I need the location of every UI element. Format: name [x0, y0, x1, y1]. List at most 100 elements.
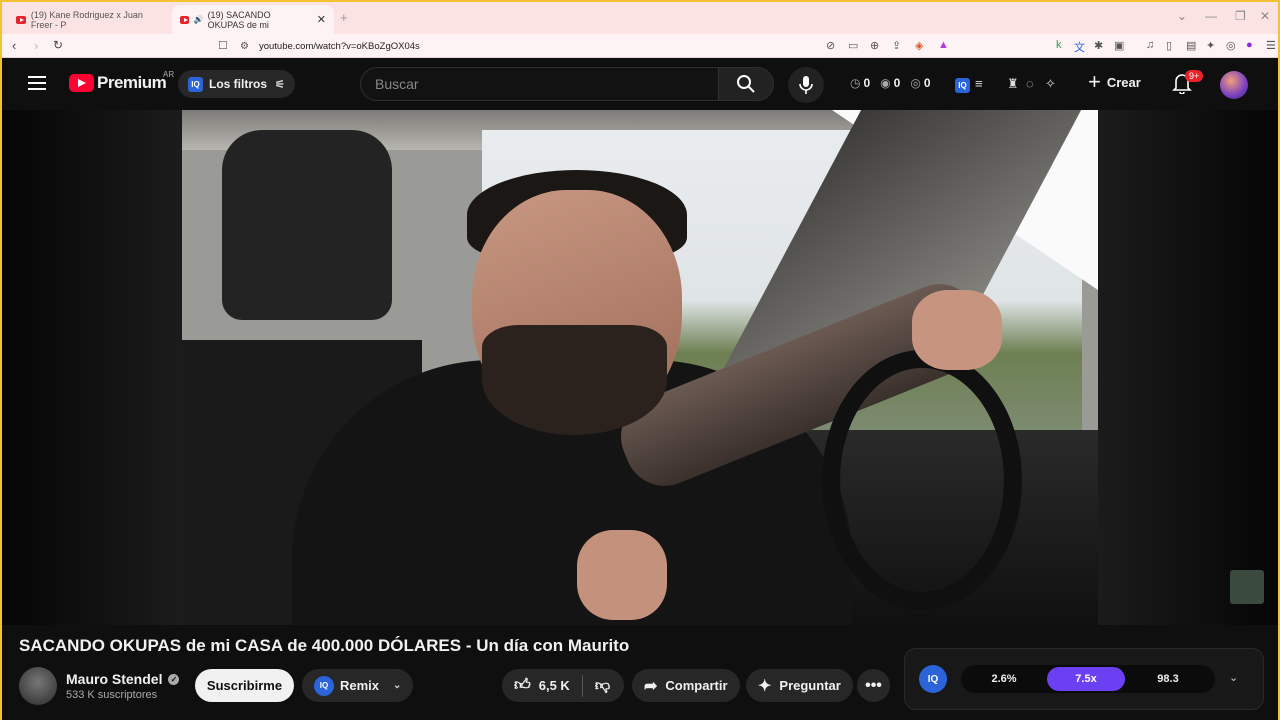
seen-stat: ◎ 0	[910, 76, 931, 90]
music-icon[interactable]: ♫	[1146, 39, 1154, 51]
more-dots-icon: •••	[865, 676, 882, 694]
iq-icon: IQ	[188, 76, 203, 92]
menu-icon[interactable]: ☰	[1266, 39, 1276, 52]
translate-icon[interactable]: 文	[1074, 39, 1085, 55]
views-stat: ◉ 0	[880, 76, 901, 90]
ask-label: Preguntar	[779, 678, 841, 693]
youtube-favicon-icon	[180, 15, 189, 24]
share-button[interactable]: ➦ Compartir	[632, 669, 740, 702]
rewards-icon[interactable]: ▲	[938, 39, 949, 51]
tab-title: (19) Kane Rodriguez x Juan Freer - P	[30, 9, 143, 30]
plus-icon: +	[1088, 69, 1101, 94]
screenshot-icon[interactable]: ▣	[1114, 39, 1124, 52]
account-avatar[interactable]	[1220, 71, 1248, 99]
remix-label: Remix	[340, 678, 380, 693]
vpn-icon[interactable]: ◎	[1226, 39, 1236, 52]
video-title: SACANDO OKUPAS de mi CASA de 400.000 DÓL…	[19, 636, 630, 655]
url-text: youtube.com/watch?v=oKBoZgOX04s	[258, 40, 420, 52]
metric-score[interactable]: 98.3	[1129, 667, 1207, 691]
iq-icon[interactable]: IQ	[919, 665, 947, 693]
verified-check-icon: ✓	[168, 673, 180, 685]
metrics-bar: 2.6% 7.5x 98.3	[961, 665, 1215, 693]
chevron-down-icon[interactable]: ⌄	[1229, 671, 1238, 684]
more-actions-button[interactable]: •••	[857, 669, 890, 702]
like-count[interactable]: 6,5 K	[539, 678, 570, 693]
eye-outline-icon: ◎	[910, 76, 921, 90]
iq-stats: ◷ 0 ◉ 0 ◎ 0	[850, 76, 941, 90]
sparkle-icon: ✦	[758, 677, 772, 695]
channel-avatar[interactable]	[19, 667, 57, 705]
tab-title: (19) SACANDO OKUPAS de mi	[207, 9, 271, 30]
search-input[interactable]: Buscar	[360, 67, 719, 101]
iq-metrics-panel: IQ 2.6% 7.5x 98.3 ⌄	[904, 648, 1264, 710]
voice-search-button[interactable]	[788, 67, 824, 103]
list-icon[interactable]: ≡	[975, 76, 983, 91]
country-code: AR	[163, 70, 175, 79]
remix-button[interactable]: IQ Remix ⌄	[302, 669, 414, 702]
sidebar-icon[interactable]: ▯	[1166, 39, 1172, 52]
iq-icon: IQ	[314, 675, 334, 696]
speaker-icon: 🔊	[193, 15, 204, 24]
filters-button[interactable]: IQ Los filtros ⚟	[178, 70, 295, 98]
browser-tab-2-active[interactable]: 🔊 (19) SACANDO OKUPAS de mi ✕	[172, 5, 334, 34]
create-button[interactable]: + Crear	[1088, 71, 1141, 93]
channel-watermark-avatar[interactable]	[1230, 570, 1264, 604]
close-window-icon[interactable]: ✕	[1260, 9, 1270, 23]
share-label: Compartir	[665, 678, 728, 693]
extensions-icon[interactable]: ✱	[1094, 39, 1103, 52]
metric-percent[interactable]: 2.6%	[965, 667, 1043, 691]
new-tab-button[interactable]: +	[340, 10, 348, 25]
youtube-play-icon	[69, 74, 94, 92]
thumbs-down-icon[interactable]: 👎︎	[595, 677, 610, 695]
search-icon	[737, 75, 755, 93]
watch-time-stat: ◷ 0	[850, 76, 871, 90]
create-label: Crear	[1106, 74, 1141, 90]
close-tab-icon[interactable]: ✕	[317, 13, 326, 26]
profile-icon[interactable]: ●	[1246, 39, 1253, 51]
back-icon[interactable]: ‹	[12, 38, 16, 53]
metric-multiplier[interactable]: 7.5x	[1047, 667, 1125, 691]
minimize-icon[interactable]: —	[1205, 9, 1217, 23]
youtube-premium-logo[interactable]: Premium	[69, 73, 167, 93]
site-info-icon[interactable]: ⚙	[240, 41, 249, 52]
search-button[interactable]	[718, 67, 774, 101]
youtube-favicon-icon	[16, 15, 26, 24]
notification-badge: 9+	[1185, 70, 1204, 82]
media-off-icon[interactable]: ⊘	[826, 39, 835, 52]
channel-name-link[interactable]: Mauro Stendel ✓	[66, 671, 180, 687]
browser-toolbar: ‹ › ↻ ☐ ⚙ youtube.com/watch?v=oKBoZgOX04…	[0, 34, 1280, 58]
wallet-icon[interactable]: ▤	[1186, 39, 1196, 52]
ask-button[interactable]: ✦ Preguntar	[746, 669, 853, 702]
sparkle-icon[interactable]: ✧	[1045, 76, 1056, 92]
sliders-icon: ⚟	[275, 78, 285, 91]
like-dislike-group: 👍︎ 6,5 K 👎︎	[502, 669, 624, 702]
zoom-icon[interactable]: ⊕	[870, 39, 879, 52]
restore-icon[interactable]: ❐	[1235, 9, 1246, 23]
browser-tab-1[interactable]: (19) Kane Rodriguez x Juan Freer - P	[8, 5, 173, 34]
subscribe-button[interactable]: Suscribirme	[195, 669, 294, 702]
channel-name: Mauro Stendel	[66, 671, 163, 687]
video-player[interactable]	[0, 110, 1280, 625]
guide-menu-icon[interactable]	[28, 76, 46, 90]
share-icon[interactable]: ⇪	[892, 39, 901, 52]
share-arrow-icon: ➦	[644, 677, 658, 695]
cast-icon[interactable]: ▭	[848, 39, 858, 52]
logo-text: Premium	[97, 73, 167, 92]
reload-icon[interactable]: ↻	[53, 38, 63, 52]
chevron-down-icon[interactable]: ⌄	[393, 680, 401, 691]
forward-icon[interactable]: ›	[34, 38, 38, 53]
thumbs-up-icon[interactable]: 👍︎	[514, 676, 531, 695]
iq-extension-icon[interactable]: IQ	[955, 76, 970, 93]
video-frame[interactable]	[182, 110, 1098, 625]
divider	[581, 674, 583, 697]
eye-icon: ◉	[880, 76, 891, 90]
tab-list-chevron-icon[interactable]: ⌄	[1177, 9, 1187, 23]
filters-label: Los filtros	[209, 77, 268, 91]
brave-shield-icon[interactable]: ◈	[915, 39, 923, 52]
leo-icon[interactable]: ✦	[1206, 39, 1215, 52]
bookmark-icon[interactable]: ☐	[218, 39, 228, 52]
trophy-icon[interactable]: ♜	[1007, 76, 1019, 92]
youtube-header: Premium AR IQ Los filtros ⚟ Buscar ◷ 0 ◉ 0…	[0, 58, 1280, 110]
chat-icon[interactable]: ◌	[1026, 76, 1034, 91]
extension-k-icon[interactable]: k	[1056, 39, 1062, 51]
